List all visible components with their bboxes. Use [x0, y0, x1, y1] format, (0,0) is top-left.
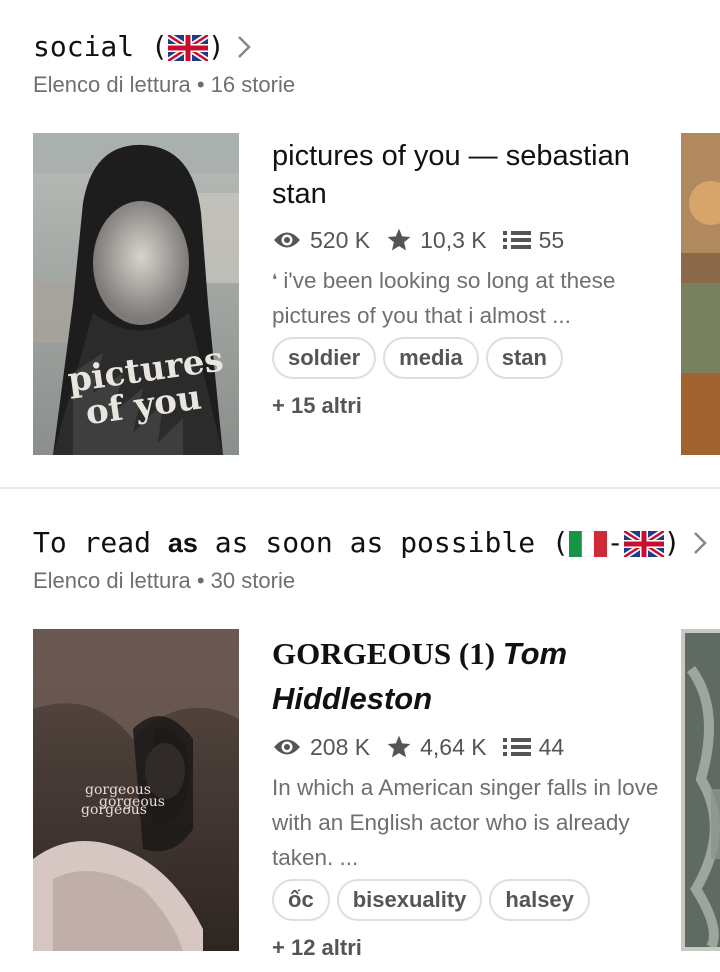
reading-list-title: social (): [33, 30, 225, 63]
cover-title-text: gorgeous: [81, 802, 147, 818]
list-icon: [502, 738, 531, 756]
next-story-cover-peek[interactable]: [681, 133, 720, 455]
tag-chip[interactable]: ốc: [272, 879, 330, 921]
section-divider: [0, 487, 720, 489]
story-title[interactable]: pictures of you — sebastian stan: [272, 137, 672, 213]
list-icon: [502, 231, 531, 249]
tag-chip[interactable]: media: [383, 337, 479, 379]
votes-count: 4,64 K: [420, 733, 487, 760]
story-cover[interactable]: gorgeous gorgeous gorgeous: [33, 629, 239, 951]
uk-flag-icon: [167, 35, 208, 61]
reads-stat: 208 K: [272, 734, 370, 761]
story-card[interactable]: GORGEOUS (1) Tom Hiddleston 208 K 4,64 K…: [272, 632, 672, 961]
tag-chip[interactable]: bisexuality: [336, 879, 483, 921]
tag-list: ốc bisexuality halsey: [272, 879, 672, 921]
chevron-right-icon: [689, 529, 711, 557]
italy-flag-icon: [568, 531, 607, 557]
story-card[interactable]: pictures of you — sebastian stan 520 K 1…: [272, 137, 672, 419]
story-cover[interactable]: pictures of you: [33, 133, 239, 455]
tag-chip[interactable]: halsey: [489, 879, 590, 921]
votes-stat: 4,64 K: [386, 734, 487, 761]
story-description: In which a American singer falls in love…: [272, 775, 659, 870]
reading-list-header-to-read[interactable]: To read as as soon as possible (-): [33, 526, 711, 559]
votes-stat: 10,3 K: [386, 227, 487, 254]
more-tags-link[interactable]: + 15 altri: [272, 393, 672, 419]
reads-stat: 520 K: [272, 227, 370, 254]
parts-stat: 44: [502, 733, 565, 761]
tag-chip[interactable]: stan: [485, 337, 563, 379]
tag-chip[interactable]: soldier: [272, 337, 377, 379]
eye-icon: [274, 739, 300, 755]
tag-list: soldier media stan: [272, 337, 672, 379]
reading-list-subtitle: Elenco di lettura • 30 storie: [33, 568, 296, 593]
quote-icon: ❛: [272, 272, 278, 289]
reading-list-subtitle: Elenco di lettura • 16 storie: [33, 72, 296, 97]
eye-icon: [274, 232, 300, 248]
next-story-cover-peek[interactable]: [681, 629, 720, 951]
reading-list-title: To read as as soon as possible (-): [33, 526, 681, 559]
chevron-right-icon: [233, 33, 255, 61]
story-stats: 208 K 4,64 K 44: [272, 730, 672, 764]
reads-count: 208 K: [310, 733, 371, 760]
star-icon: [387, 735, 411, 758]
story-title[interactable]: GORGEOUS (1) Tom Hiddleston: [272, 632, 672, 722]
reading-list-header-social[interactable]: social (): [33, 30, 255, 63]
star-icon: [387, 228, 411, 251]
votes-count: 10,3 K: [420, 226, 487, 253]
more-tags-link[interactable]: + 12 altri: [272, 935, 672, 961]
parts-stat: 55: [502, 226, 565, 254]
reads-count: 520 K: [310, 226, 371, 253]
parts-count: 44: [538, 733, 565, 760]
story-stats: 520 K 10,3 K 55: [272, 223, 672, 257]
story-description: ❛ i've been looking so long at these pic…: [272, 268, 616, 328]
uk-flag-icon: [623, 531, 664, 557]
parts-count: 55: [538, 226, 565, 253]
